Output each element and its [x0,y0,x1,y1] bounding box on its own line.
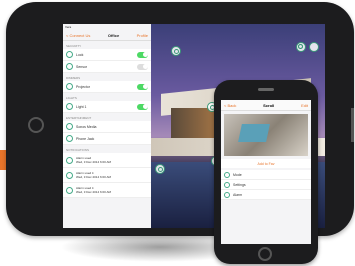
phone-screen: < Back Scroll Edit Add to Fav Mode Setti… [221,100,311,244]
phone-list-item[interactable]: Mode [221,170,311,180]
phone-list-item[interactable]: Alarm [221,190,311,200]
section-header-lights: Lights [66,96,77,100]
phone-list-label: Mode [233,172,242,177]
back-button[interactable]: < Connect Us [66,33,90,38]
notification-row[interactable]: Alarm used it Wed, 3 Dec 2014 6:00 AM [63,183,151,198]
clock-icon [66,171,73,179]
device-row-sensor[interactable]: Sensor [63,61,151,73]
device-label: Lock [76,52,84,57]
lock-toggle[interactable] [137,51,148,58]
bulb-icon [66,103,73,110]
device-hotspot[interactable] [171,46,181,56]
section-header-security: Security [66,44,82,48]
device-label: Light 1 [76,104,87,109]
section-header-entertainment: Entertainment [66,116,92,120]
device-label: Phone Jack [76,136,95,141]
device-label: Projector [76,84,91,89]
phone-edit-button[interactable]: Edit [301,103,308,108]
phone-back-button[interactable]: < Back [224,103,236,108]
notification-row[interactable]: Alarm used it Wed, 3 Dec 2014 6:00 AM [63,168,151,183]
add-favorite-button[interactable]: Add to Fav [221,159,311,168]
tv-icon [66,123,73,130]
camera-icon [66,135,73,142]
light-toggle[interactable] [137,103,148,110]
phone-list-label: Alarm [233,192,243,197]
scene-toolbar [296,42,319,52]
device-row-phone[interactable]: Phone Jack [63,133,151,145]
light-icon [224,191,230,198]
tablet-side-button [351,108,354,142]
phone-list-item[interactable]: Settings [221,180,311,190]
light-icon [224,171,230,178]
phone-nav-bar: < Back Scroll Edit [221,100,311,111]
notification-row[interactable]: Alarm used Wed, 3 Dec 2014 6:00 AM [63,153,151,168]
nav-bar: < Connect Us Office Profile [63,30,151,41]
lock-icon [66,51,73,58]
phone-nav-title: Scroll [263,102,275,108]
phone-list-label: Settings [233,182,246,187]
device-row-media[interactable]: Sonos Media [63,121,151,133]
bulb-icon [66,83,73,90]
device-label: Sensor [76,64,88,69]
notification-time: Wed, 3 Dec 2014 6:00 AM [76,190,111,194]
tablet-camera [28,117,44,133]
light-icon [224,181,230,188]
section-header-dimmers: Dimmers [66,76,81,80]
profile-button[interactable]: Profile [137,33,148,38]
clock-icon [66,156,73,164]
phone-home-button[interactable] [258,247,272,261]
room-photo [224,114,308,156]
motion-icon [66,63,73,70]
nav-title: Office [107,32,120,38]
phone-speaker [258,88,274,91]
device-hotspot[interactable] [155,164,165,174]
projector-toggle[interactable] [137,83,148,90]
device-row-light[interactable]: Light 1 [63,101,151,113]
device-row-projector[interactable]: Projector [63,81,151,93]
clock-icon [66,186,73,194]
phone-device: < Back Scroll Edit Add to Fav Mode Setti… [214,80,318,264]
sensor-toggle[interactable] [137,63,148,70]
notification-time: Wed, 3 Dec 2014 6:00 AM [76,160,111,164]
camera-icon[interactable] [309,42,319,52]
section-header-notifications: Notifications [66,148,89,152]
device-row-lock[interactable]: Lock [63,49,151,61]
settings-panel: Vera < Connect Us Office Profile Securit… [63,24,151,228]
device-label: Sonos Media [76,124,97,129]
notification-time: Wed, 3 Dec 2014 6:00 AM [76,175,111,179]
